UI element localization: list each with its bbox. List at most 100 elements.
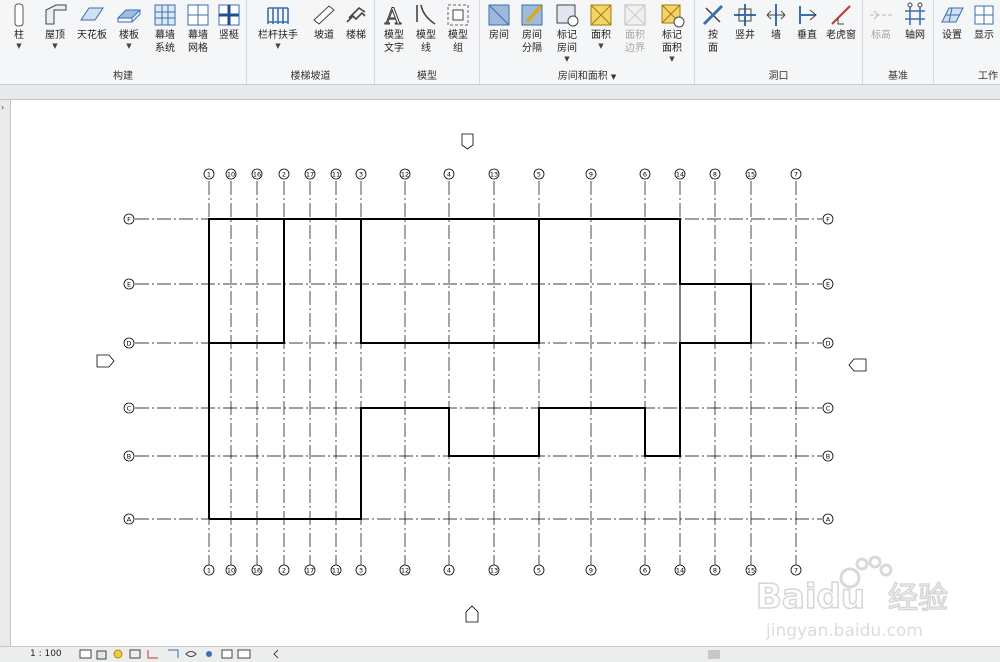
grid-label-A-left: A <box>127 515 132 523</box>
tag-area-tool[interactable]: 标记 面积 ▼ <box>656 2 688 63</box>
roof-tool[interactable]: 屋顶 ▼ <box>38 2 72 50</box>
level-tool[interactable]: 标高 <box>867 2 895 42</box>
group-model: A 模型 文字 模型 线 模型 组 模型 <box>375 0 480 84</box>
tag-area-dropdown-caret[interactable]: ▼ <box>656 55 688 63</box>
detail-level-icon[interactable] <box>79 649 92 659</box>
grid-label-E-right: E <box>826 280 830 288</box>
set-icon <box>941 7 964 23</box>
by-face-tool[interactable]: 按 面 <box>699 2 727 55</box>
shadows-icon[interactable] <box>129 649 141 659</box>
grid-label-16-top: 16 <box>253 170 261 178</box>
curtain-system-tool[interactable]: 幕墙 系统 <box>150 2 180 55</box>
temporary-hide-icon[interactable] <box>185 651 197 657</box>
level-icon <box>870 10 892 20</box>
room-boundary-west <box>209 219 285 344</box>
vertical-opening-tool[interactable]: 垂直 <box>793 2 821 42</box>
room-separator-tool[interactable]: 房间 分隔 <box>516 2 548 55</box>
group-room-area-label[interactable]: 房间和面积 ▼ <box>480 67 694 82</box>
grid-label-14-bottom: 14 <box>676 566 684 574</box>
grid-label-11-top: 11 <box>332 170 340 178</box>
stair-tool[interactable]: 楼梯 <box>341 2 371 42</box>
area-boundary-label: 面积 边界 <box>625 30 645 54</box>
by-face-label: 按 面 <box>708 30 718 54</box>
group-datum: 标高 轴网 基准 <box>863 0 934 84</box>
project-browser-edge[interactable]: › <box>0 100 11 646</box>
tag-room-dropdown-caret[interactable]: ▼ <box>552 55 582 63</box>
room-tool[interactable]: 房间 <box>484 2 514 42</box>
grid-label-1-bottom: 1 <box>207 566 211 574</box>
svg-text:A: A <box>384 5 402 28</box>
dormer-icon <box>831 5 851 25</box>
area-icon <box>590 4 612 26</box>
shaft-tool[interactable]: 竖井 <box>731 2 759 42</box>
floor-dropdown-caret[interactable]: ▼ <box>114 42 144 50</box>
group-datum-label: 基准 <box>888 71 908 82</box>
room-label: 房间 <box>489 30 509 41</box>
wall-opening-label: 墙 <box>771 30 781 41</box>
view-scale[interactable]: 1 : 100 <box>30 649 62 659</box>
grid-label-9-top: 9 <box>589 170 593 178</box>
sun-path-icon[interactable] <box>113 649 123 659</box>
grid-label-16-bottom: 16 <box>253 566 261 574</box>
grid-label-5-bottom: 5 <box>537 566 541 574</box>
tag-room-icon <box>556 4 579 27</box>
model-group-icon <box>447 4 469 26</box>
column-dropdown-caret[interactable]: ▼ <box>6 42 32 50</box>
grid-label-3-top: 3 <box>359 170 363 178</box>
reveal-hidden-icon[interactable] <box>206 651 212 657</box>
dormer-label: 老虎窗 <box>826 30 856 41</box>
area-label: 面积 <box>591 30 611 41</box>
model-text-tool[interactable]: A 模型 文字 <box>379 2 409 55</box>
grid-tool[interactable]: 轴网 <box>901 2 929 42</box>
show-workplane-tool[interactable]: 显示 <box>970 2 998 42</box>
show-crop-region-icon[interactable] <box>168 649 179 658</box>
tag-room-tool[interactable]: 标记 房间 ▼ <box>552 2 582 63</box>
area-dropdown-caret[interactable]: ▼ <box>586 42 616 50</box>
grid-label-7-top: 7 <box>794 170 798 178</box>
wall-opening-tool[interactable]: 墙 <box>763 2 789 42</box>
visual-style-icon[interactable] <box>96 650 107 660</box>
railing-dropdown-caret[interactable]: ▼ <box>255 42 301 50</box>
set-workplane-tool[interactable]: 设置 <box>938 2 966 42</box>
dormer-tool[interactable]: 老虎窗 <box>823 2 859 42</box>
model-group-label: 模型 组 <box>448 30 468 54</box>
scroll-left-icon[interactable] <box>273 649 279 659</box>
wall-opening-icon <box>766 4 786 26</box>
roof-dropdown-caret[interactable]: ▼ <box>38 42 72 50</box>
model-group-tool[interactable]: 模型 组 <box>443 2 473 55</box>
crop-view-icon[interactable] <box>147 650 158 659</box>
ceiling-tool[interactable]: 天花板 <box>74 2 110 42</box>
tag-area-label: 标记 面积 <box>662 30 682 54</box>
railing-tool[interactable]: 栏杆扶手 ▼ <box>255 2 301 50</box>
drawing-canvas[interactable]: 1 1 10 10 16 16 2 2 17 17 11 11 3 3 12 12 4 4 13 13 5 5 9 9 6 6 14… <box>11 100 1000 646</box>
ramp-tool[interactable]: 坡道 <box>309 2 339 42</box>
area-tool[interactable]: 面积 ▼ <box>586 2 616 50</box>
model-line-tool[interactable]: 模型 线 <box>413 2 439 55</box>
highlight-displacement-icon[interactable] <box>237 649 251 659</box>
floor-plan[interactable]: 1110101616221717111133121244131355996614… <box>11 100 1000 646</box>
model-line-icon <box>416 4 436 25</box>
horizontal-scroll-thumb[interactable] <box>708 650 720 659</box>
grid-label-2-top: 2 <box>282 170 286 178</box>
group-room-area: 房间 房间 分隔 标记 房间 ▼ 面积 ▼ 面积 边界 标记 面积 ▼ 房间和面… <box>480 0 695 84</box>
grid-label-12-bottom: 12 <box>401 566 409 574</box>
column-tool[interactable]: 柱 ▼ <box>6 2 32 50</box>
grid-label-6-bottom: 6 <box>643 566 647 574</box>
mullion-icon <box>218 4 240 26</box>
collapse-arrow-icon[interactable]: › <box>1 103 4 112</box>
curtain-grid-tool[interactable]: 幕墙 网格 <box>184 2 212 55</box>
roof-label: 屋顶 <box>45 30 65 41</box>
grid-label-B-right: B <box>826 452 830 460</box>
model-text-label: 模型 文字 <box>384 30 404 54</box>
floor-tool[interactable]: 楼板 ▼ <box>114 2 144 50</box>
shaft-label: 竖井 <box>735 30 755 41</box>
railing-icon <box>267 7 289 24</box>
floor-label: 楼板 <box>119 30 139 41</box>
analytical-model-icon[interactable] <box>221 649 233 659</box>
railing-label: 栏杆扶手 <box>258 30 298 41</box>
mullion-tool[interactable]: 竖梃 <box>216 2 242 42</box>
area-boundary-tool[interactable]: 面积 边界 <box>620 2 650 55</box>
stair-icon <box>346 6 366 23</box>
room-separator-label: 房间 分隔 <box>522 30 542 54</box>
grid-label-7-bottom: 7 <box>794 566 798 574</box>
